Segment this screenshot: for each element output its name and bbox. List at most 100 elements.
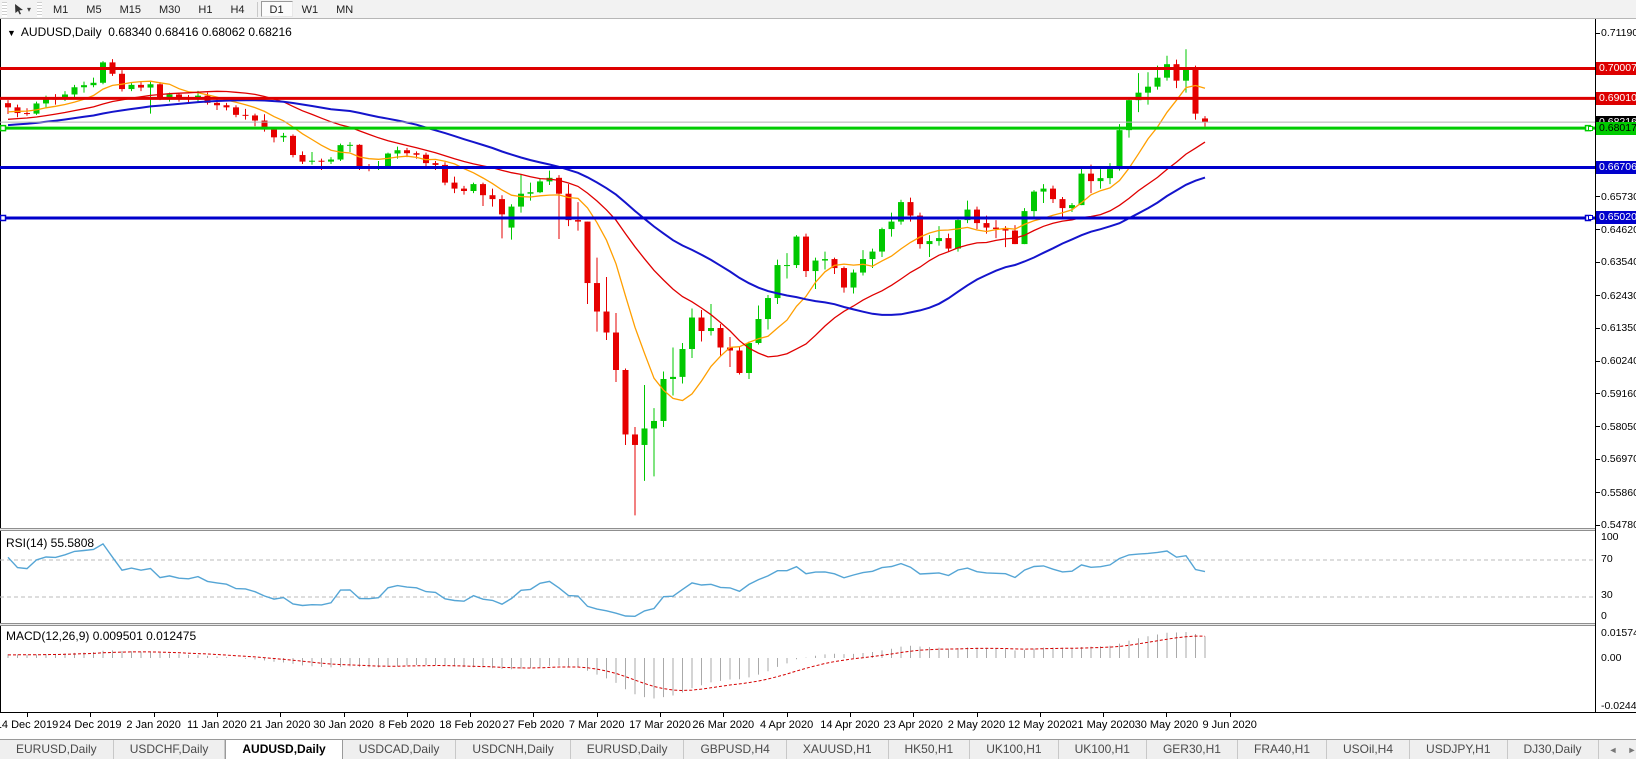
chart-tab-usdcnh-daily[interactable]: USDCNH,Daily — [456, 740, 570, 759]
line-select-marker — [1588, 126, 1593, 131]
candle-body — [708, 328, 714, 331]
chart-tab-hk50-h1[interactable]: HK50,H1 — [889, 740, 971, 759]
date-label: 26 Mar 2020 — [692, 719, 754, 731]
macd-axis-label: 0.015741 — [1601, 627, 1636, 639]
rsi-chart-canvas[interactable] — [0, 531, 1595, 623]
candle-body — [1164, 64, 1170, 77]
price-tick-label: 0.54780 — [1601, 519, 1636, 531]
candle-body — [670, 377, 676, 379]
date-tick-mark — [1103, 713, 1104, 717]
rsi-axis-label: 30 — [1601, 589, 1613, 601]
hline-price-label-0.65020: 0.65020 — [1596, 211, 1636, 224]
candle-body — [1041, 189, 1047, 192]
timeframe-button-h1[interactable]: H1 — [189, 1, 221, 17]
candle-body — [917, 216, 923, 244]
price-tick-label: 0.71190 — [1601, 27, 1636, 39]
candle-body — [860, 259, 866, 272]
timeframe-button-m1[interactable]: M1 — [44, 1, 77, 17]
toolbar-grip[interactable] — [2, 2, 7, 17]
candle-body — [604, 312, 610, 333]
candle-body — [385, 154, 391, 167]
candle-body — [1193, 69, 1199, 114]
chart-collapse-icon[interactable]: ▼ — [7, 28, 16, 38]
timeframe-button-w1[interactable]: W1 — [293, 1, 328, 17]
tab-scroll-right-icon[interactable]: ► — [1627, 745, 1636, 755]
candle-body — [851, 273, 857, 288]
candle-body — [471, 184, 477, 191]
candle-body — [319, 161, 325, 162]
candle-body — [129, 85, 135, 89]
chevron-down-icon[interactable]: ▾ — [27, 5, 31, 14]
candle-body — [623, 370, 629, 434]
candle-body — [1060, 199, 1066, 208]
timeframe-button-m30[interactable]: M30 — [150, 1, 189, 17]
toolbar-grip-2[interactable] — [37, 2, 42, 17]
timeframe-button-h4[interactable]: H4 — [221, 1, 253, 17]
chart-tab-xauusd-h1[interactable]: XAUUSD,H1 — [787, 740, 889, 759]
chart-symbol-label: AUDUSD,Daily — [21, 25, 102, 39]
chart-tab-fra40-h1[interactable]: FRA40,H1 — [1238, 740, 1327, 759]
date-label: 8 Feb 2020 — [379, 719, 435, 731]
chart-tab-audusd-daily[interactable]: AUDUSD,Daily — [225, 740, 342, 759]
candle-body — [281, 136, 287, 137]
date-label: 11 Jan 2020 — [187, 719, 247, 731]
candle-body — [91, 83, 97, 85]
hline-price-label-0.66706: 0.66706 — [1596, 161, 1636, 174]
timeframe-button-m15[interactable]: M15 — [111, 1, 150, 17]
price-tick-mark — [1596, 262, 1600, 263]
price-axis[interactable]: 0.711900.679200.657300.646200.635400.624… — [1595, 19, 1636, 712]
tab-scroll-left-icon[interactable]: ◄ — [1609, 745, 1618, 755]
price-chart-canvas[interactable] — [0, 19, 1595, 528]
chart-tab-uk100-h1[interactable]: UK100,H1 — [970, 740, 1058, 759]
chart-tab-usoil-h4[interactable]: USOil,H4 — [1327, 740, 1410, 759]
chart-tab-eurusd-daily[interactable]: EURUSD,Daily — [571, 740, 685, 759]
chart-header: ▼AUDUSD,Daily 0.68340 0.68416 0.68062 0.… — [7, 25, 292, 39]
candle-body — [72, 87, 78, 94]
candle-body — [461, 189, 467, 191]
price-tick-label: 0.62430 — [1601, 290, 1636, 302]
candle-body — [575, 220, 581, 221]
date-tick-mark — [1166, 713, 1167, 717]
candle-body — [347, 145, 353, 146]
candle-body — [119, 74, 125, 89]
candle-body — [651, 421, 657, 428]
chart-tool-button[interactable]: ▾ — [9, 1, 35, 18]
price-tick-label: 0.58050 — [1601, 421, 1636, 433]
price-tick-mark — [1596, 229, 1600, 230]
date-label: 12 May 2020 — [1008, 719, 1072, 731]
rsi-axis-label: 0 — [1601, 610, 1607, 622]
candle-body — [946, 238, 952, 248]
macd-chart-canvas[interactable] — [0, 626, 1595, 712]
candle-body — [1126, 100, 1132, 130]
date-axis[interactable]: 14 Dec 201924 Dec 20192 Jan 202011 Jan 2… — [0, 712, 1636, 739]
candle-body — [395, 150, 401, 153]
price-tick-label: 0.61350 — [1601, 322, 1636, 334]
candle-body — [157, 84, 163, 97]
rsi-axis-label: 70 — [1601, 553, 1613, 565]
date-label: 4 Apr 2020 — [760, 719, 813, 731]
candle-body — [34, 103, 40, 113]
chart-tab-gbpusd-h4[interactable]: GBPUSD,H4 — [684, 740, 786, 759]
chart-tab-usdchf-daily[interactable]: USDCHF,Daily — [114, 740, 226, 759]
timeframe-button-mn[interactable]: MN — [327, 1, 362, 17]
candle-body — [613, 333, 619, 370]
candle-body — [214, 103, 220, 105]
candle-body — [414, 153, 420, 154]
hline-price-label-0.69010: 0.69010 — [1596, 92, 1636, 105]
chart-tab-eurusd-daily[interactable]: EURUSD,Daily — [0, 740, 114, 759]
candle-body — [252, 115, 258, 120]
date-label: 7 Mar 2020 — [569, 719, 625, 731]
candle-body — [1145, 87, 1151, 93]
candle-body — [1202, 118, 1208, 122]
candle-body — [1174, 64, 1180, 80]
candle-body — [271, 130, 277, 138]
timeframe-button-m5[interactable]: M5 — [77, 1, 110, 17]
chart-tab-dj30-daily[interactable]: DJ30,Daily — [1508, 740, 1599, 759]
timeframe-button-d1[interactable]: D1 — [261, 1, 293, 17]
chart-tab-usdcad-daily[interactable]: USDCAD,Daily — [343, 740, 457, 759]
chart-tab-ger30-h1[interactable]: GER30,H1 — [1147, 740, 1238, 759]
chart-tab-usdjpy-h1[interactable]: USDJPY,H1 — [1410, 740, 1507, 759]
candle-body — [1117, 130, 1123, 169]
chart-tab-uk100-h1[interactable]: UK100,H1 — [1059, 740, 1147, 759]
candle-body — [1022, 211, 1028, 244]
